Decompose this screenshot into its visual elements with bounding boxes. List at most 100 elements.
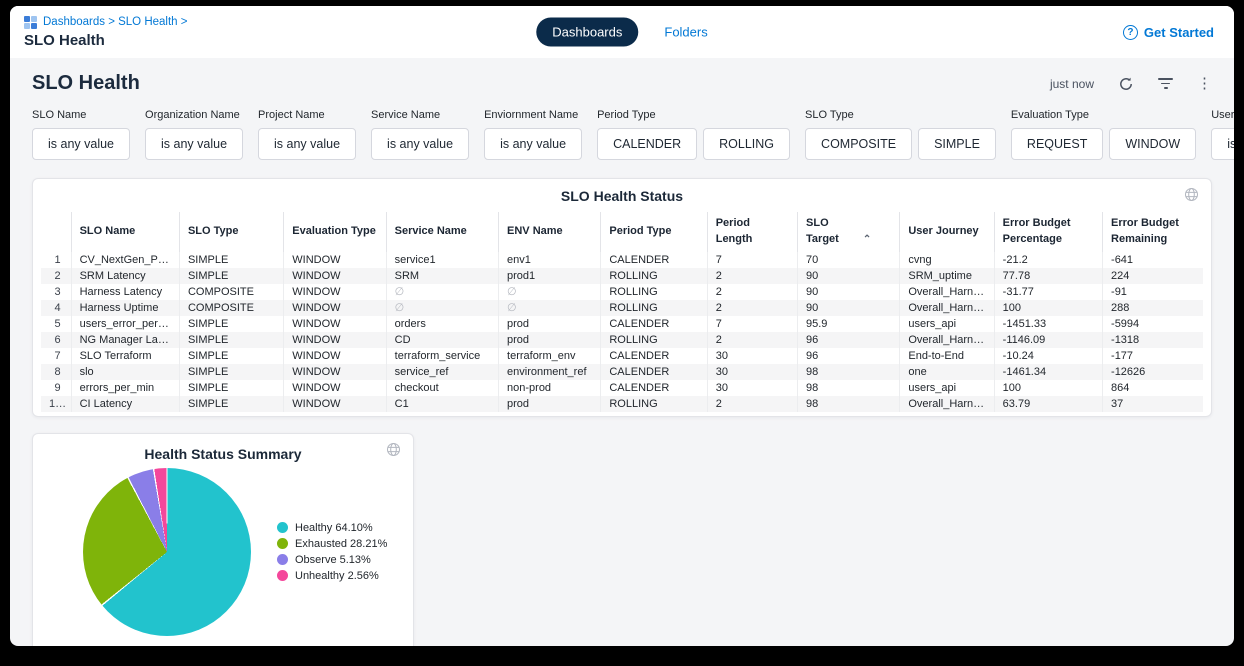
table-cell: 77.78 (994, 268, 1102, 284)
filter-value-button[interactable]: is any value (371, 128, 469, 160)
table-cell: service_ref (386, 364, 498, 380)
table-cell: 7 (707, 316, 797, 332)
column-header[interactable]: SLO Type (179, 212, 283, 252)
table-cell: prod (499, 396, 601, 412)
globe-icon[interactable] (386, 442, 401, 462)
legend-item[interactable]: Observe 5.13% (277, 554, 387, 566)
table-row[interactable]: 3Harness LatencyCOMPOSITEWINDOW∅∅ROLLING… (41, 284, 1203, 300)
table-cell: 98 (798, 364, 900, 380)
filter-value-button[interactable]: WINDOW (1109, 128, 1196, 160)
table-row[interactable]: 7SLO TerraformSIMPLEWINDOWterraform_serv… (41, 348, 1203, 364)
table-cell: WINDOW (284, 380, 386, 396)
filter-value-button[interactable]: is any value (1211, 128, 1234, 160)
table-cell: prod (499, 332, 601, 348)
filter-icon[interactable] (1158, 78, 1173, 89)
filter-value-button[interactable]: is any value (145, 128, 243, 160)
table-row[interactable]: 8sloSIMPLEWINDOWservice_refenvironment_r… (41, 364, 1203, 380)
filter-group-slo-type: SLO TypeCOMPOSITESIMPLE (805, 109, 996, 160)
filter-value-button[interactable]: is any value (484, 128, 582, 160)
column-header[interactable]: SLO Target⌃ (798, 212, 900, 252)
legend-item[interactable]: Unhealthy 2.56% (277, 570, 387, 582)
table-cell: SIMPLE (179, 364, 283, 380)
table-cell: -5994 (1103, 316, 1203, 332)
legend-dot-icon (277, 538, 288, 549)
table-cell: End-to-End (900, 348, 994, 364)
table-row[interactable]: 2SRM LatencySIMPLEWINDOWSRMprod1ROLLING2… (41, 268, 1203, 284)
tab-dashboards[interactable]: Dashboards (536, 18, 638, 47)
table-cell: SIMPLE (179, 332, 283, 348)
view-tabs: Dashboards Folders (536, 18, 707, 47)
column-header[interactable]: Service Name (386, 212, 498, 252)
filter-group-project-name: Project Nameis any value (258, 109, 356, 160)
filter-value-button[interactable]: is any value (32, 128, 130, 160)
row-number: 7 (41, 348, 71, 364)
breadcrumb-text[interactable]: Dashboards > SLO Health > (43, 16, 187, 28)
app-window: Dashboards > SLO Health > SLO Health Das… (10, 6, 1234, 646)
table-cell: CALENDER (601, 316, 707, 332)
table-cell: 100 (994, 380, 1102, 396)
table-cell: CALENDER (601, 348, 707, 364)
table-row[interactable]: 1CV_NextGen_ProdSIMPLEWINDOWservice1env1… (41, 252, 1203, 268)
column-header[interactable]: Evaluation Type (284, 212, 386, 252)
table-row[interactable]: 4Harness UptimeCOMPOSITEWINDOW∅∅ROLLING2… (41, 300, 1203, 316)
table-cell: terraform_service (386, 348, 498, 364)
table-row[interactable]: 9errors_per_minSIMPLEWINDOWcheckoutnon-p… (41, 380, 1203, 396)
column-header[interactable]: Error Budget Remaining (1103, 212, 1203, 252)
table-cell: 7 (707, 252, 797, 268)
table-cell: service1 (386, 252, 498, 268)
column-header[interactable]: SLO Name (71, 212, 179, 252)
get-started-link[interactable]: ? Get Started (1123, 25, 1214, 40)
table-cell: C1 (386, 396, 498, 412)
last-updated-label: just now (1050, 77, 1094, 91)
top-bar: Dashboards > SLO Health > SLO Health Das… (10, 6, 1234, 58)
table-cell: WINDOW (284, 364, 386, 380)
table-cell: CV_NextGen_Prod (71, 252, 179, 268)
kebab-menu-icon[interactable]: ⋮ (1197, 76, 1212, 91)
table-row[interactable]: 10CI LatencySIMPLEWINDOWC1prodROLLING298… (41, 396, 1203, 412)
filter-value-button[interactable]: SIMPLE (918, 128, 996, 160)
row-number: 6 (41, 332, 71, 348)
filter-value-button[interactable]: ROLLING (703, 128, 790, 160)
table-cell: Overall_Harness (900, 284, 994, 300)
table-cell: terraform_env (499, 348, 601, 364)
filter-label: Organization Name (145, 109, 243, 121)
column-header[interactable]: Period Length (707, 212, 797, 252)
filter-value-button[interactable]: is any value (258, 128, 356, 160)
table-cell: NG Manager Latency (71, 332, 179, 348)
legend-item[interactable]: Healthy 64.10% (277, 522, 387, 534)
filter-value-button[interactable]: REQUEST (1011, 128, 1103, 160)
row-number: 9 (41, 380, 71, 396)
table-cell: 288 (1103, 300, 1203, 316)
row-number: 8 (41, 364, 71, 380)
row-number-header (41, 212, 71, 252)
filter-value-button[interactable]: COMPOSITE (805, 128, 912, 160)
table-cell: -91 (1103, 284, 1203, 300)
tab-folders[interactable]: Folders (664, 25, 707, 40)
table-cell: SRM Latency (71, 268, 179, 284)
column-header[interactable]: Period Type (601, 212, 707, 252)
table-cell: 2 (707, 332, 797, 348)
breadcrumb[interactable]: Dashboards > SLO Health > (24, 16, 187, 29)
legend-dot-icon (277, 570, 288, 581)
globe-icon[interactable] (1184, 187, 1199, 207)
table-cell: WINDOW (284, 316, 386, 332)
filter-value-button[interactable]: CALENDER (597, 128, 697, 160)
help-circle-icon: ? (1123, 25, 1138, 40)
table-cell: SIMPLE (179, 268, 283, 284)
table-cell: SIMPLE (179, 348, 283, 364)
column-header[interactable]: Error Budget Percentage (994, 212, 1102, 252)
refresh-icon[interactable] (1118, 76, 1134, 92)
table-cell: 37 (1103, 396, 1203, 412)
pie-legend: Healthy 64.10% Exhausted 28.21% Observe 5.… (277, 522, 387, 582)
pie-chart[interactable] (83, 468, 251, 636)
table-cell: CALENDER (601, 364, 707, 380)
table-cell: one (900, 364, 994, 380)
column-header[interactable]: ENV Name (499, 212, 601, 252)
table-cell: -1461.34 (994, 364, 1102, 380)
table-cell: WINDOW (284, 300, 386, 316)
table-cell: Overall_Harness (900, 300, 994, 316)
table-row[interactable]: 5users_error_per_minSIMPLEWINDOWorderspr… (41, 316, 1203, 332)
table-row[interactable]: 6NG Manager LatencySIMPLEWINDOWCDprodROL… (41, 332, 1203, 348)
column-header[interactable]: User Journey (900, 212, 994, 252)
legend-item[interactable]: Exhausted 28.21% (277, 538, 387, 550)
